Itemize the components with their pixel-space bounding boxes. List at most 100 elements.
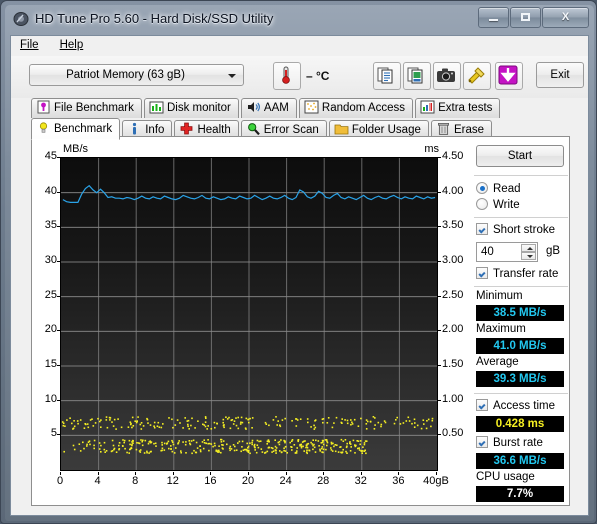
short-stroke-input[interactable]: 40 xyxy=(476,242,538,262)
temperature-button[interactable] xyxy=(273,62,301,90)
y-axis-tick-mark xyxy=(57,157,60,158)
y-axis-tick: 5 xyxy=(50,427,57,440)
maximum-label: Maximum xyxy=(476,323,526,335)
health-cross-icon xyxy=(179,122,194,136)
bar-chart-icon xyxy=(149,100,164,114)
y-axis-tick: 10 xyxy=(44,392,57,405)
close-button[interactable]: X xyxy=(542,7,589,28)
hdtune-app-icon xyxy=(13,11,29,27)
x-axis-tick: 4 xyxy=(94,475,101,487)
divider-2 xyxy=(474,217,568,218)
y2-axis-tick-mark xyxy=(438,434,441,436)
screenshot-button[interactable] xyxy=(433,62,461,90)
x-axis-tick: 12 xyxy=(166,475,179,487)
tab-benchmark[interactable]: Benchmark xyxy=(31,118,121,140)
divider-4 xyxy=(474,393,568,394)
settings-button[interactable] xyxy=(463,62,491,90)
maximize-button[interactable] xyxy=(510,7,541,28)
y-axis-tick-mark xyxy=(57,261,60,262)
tab-health-label: Health xyxy=(197,124,231,136)
y2-axis-tick: 1.50 xyxy=(442,358,464,370)
y-axis-tick-mark xyxy=(57,399,60,401)
radio-read-label: Read xyxy=(493,183,521,195)
chevron-down-icon xyxy=(228,74,236,78)
checkbox-burst-rate[interactable]: Burst rate xyxy=(476,436,543,449)
transfer-rate-label: Transfer rate xyxy=(493,268,559,280)
plot-area xyxy=(60,157,438,471)
menu-item-help[interactable]: Help xyxy=(51,36,93,53)
copy-text-icon xyxy=(374,67,398,90)
copy-image-icon xyxy=(404,67,428,90)
download-arrow-icon xyxy=(496,65,520,90)
divider-3 xyxy=(474,286,568,287)
checkbox-access-time[interactable]: Access time xyxy=(476,399,555,412)
tab-disk-monitor-label: Disk monitor xyxy=(166,102,231,114)
access-time-value: 0.428 ms xyxy=(476,416,564,432)
tab-random-access-label: Random Access xyxy=(321,102,406,114)
cpu-usage-value: 7.7% xyxy=(476,486,564,502)
menu-file-label: File xyxy=(20,39,39,51)
x-axis-tick: 32 xyxy=(354,475,367,487)
y-axis-tick-mark xyxy=(57,191,60,193)
stepper-down-icon[interactable] xyxy=(521,252,536,260)
y2-axis-tick: 4.00 xyxy=(442,184,464,197)
copy-image-button[interactable] xyxy=(403,62,431,90)
menu-item-file[interactable]: File xyxy=(11,36,48,53)
x-axis-tick-mark xyxy=(172,472,174,475)
y-axis-tick: 15 xyxy=(44,358,57,370)
tab-erase-label: Erase xyxy=(453,124,484,136)
file-benchmark-icon xyxy=(36,100,51,114)
checkbox-short-stroke[interactable]: Short stroke xyxy=(476,223,555,236)
short-stroke-checkbox-icon xyxy=(476,223,488,235)
drive-select[interactable]: Patriot Memory (63 gB) xyxy=(29,64,244,86)
client-area: File Help Patriot Memory (63 gB) – °C Ex… xyxy=(10,35,589,516)
checkbox-transfer-rate[interactable]: Transfer rate xyxy=(476,267,558,280)
maximum-value: 41.0 MB/s xyxy=(476,338,564,354)
x-axis-tick: 36 xyxy=(392,475,405,487)
short-stroke-unit: gB xyxy=(546,245,561,257)
y2-axis-tick: 4.50 xyxy=(442,150,464,162)
title-bar[interactable]: HD Tune Pro 5.60 - Hard Disk/SSD Utility… xyxy=(5,5,594,35)
minimize-button[interactable] xyxy=(478,7,509,28)
average-value: 39.3 MB/s xyxy=(476,371,564,387)
tab-benchmark-label: Benchmark xyxy=(54,123,113,135)
access-time-label: Access time xyxy=(493,400,555,412)
tab-file-benchmark[interactable]: File Benchmark xyxy=(31,98,142,118)
x-axis-tick-mark xyxy=(97,472,99,475)
x-axis-tick: 8 xyxy=(132,475,139,487)
x-axis-tick-mark xyxy=(398,472,400,475)
tab-disk-monitor[interactable]: Disk monitor xyxy=(143,98,239,118)
x-axis-tick-mark xyxy=(60,472,61,475)
x-axis-tick-mark xyxy=(248,472,249,475)
save-button[interactable] xyxy=(495,62,523,90)
y2-axis-tick-mark xyxy=(438,330,441,332)
temperature-value: – °C xyxy=(306,69,330,83)
y2-axis-tick-mark xyxy=(438,295,441,297)
tab-aam[interactable]: AAM xyxy=(240,98,297,118)
stepper-up-icon[interactable] xyxy=(521,244,536,252)
tab-row-top: File Benchmark Disk monitor AAM Random A… xyxy=(31,98,501,119)
y-axis-tick-mark xyxy=(57,434,60,436)
x-axis-tick: 40gB xyxy=(423,475,449,487)
tab-error-scan-label: Error Scan xyxy=(263,124,319,136)
tab-extra-tests[interactable]: Extra tests xyxy=(415,98,501,118)
radio-read[interactable]: Read xyxy=(476,182,521,195)
copy-text-button[interactable] xyxy=(373,62,401,90)
radio-write[interactable]: Write xyxy=(476,198,520,211)
y2-axis-tick: 1.00 xyxy=(442,392,464,405)
control-panel: Start Read Write Short stroke 40 gB Tran… xyxy=(474,141,568,502)
drive-select-value: Patriot Memory (63 gB) xyxy=(66,69,185,81)
y2-axis-tick: 3.50 xyxy=(442,219,464,232)
exit-button[interactable]: Exit xyxy=(536,62,584,88)
y2-axis-tick-mark xyxy=(438,261,441,262)
x-axis-tick: 16 xyxy=(204,475,217,487)
bulb-icon xyxy=(36,121,51,135)
x-axis-tick-mark xyxy=(436,472,437,475)
short-stroke-stepper[interactable] xyxy=(521,244,536,260)
benchmark-chart: MB/s ms 5 10 15 20 25 30 35 40 45 0.50 1.00 1.50 2.0… xyxy=(37,143,469,495)
average-label: Average xyxy=(476,356,519,368)
magnifier-icon xyxy=(246,122,261,136)
start-button[interactable]: Start xyxy=(476,145,564,167)
tab-random-access[interactable]: Random Access xyxy=(298,98,414,118)
y2-axis-tick: 2.50 xyxy=(442,288,464,301)
